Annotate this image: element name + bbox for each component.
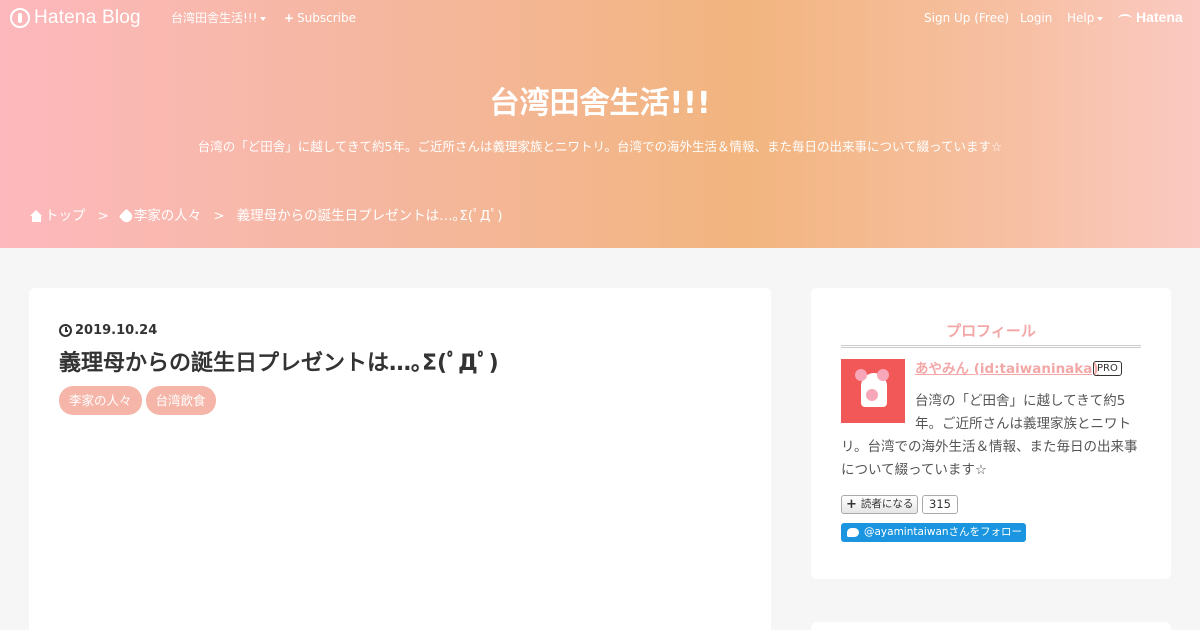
profile-name-link[interactable]: あやみん (id:taiwaninaka) bbox=[915, 360, 1099, 378]
breadcrumb-separator: > bbox=[97, 208, 109, 224]
hatena-logo-text: Hatena bbox=[1136, 9, 1183, 25]
tag-icon bbox=[118, 208, 135, 224]
blog-description: 台湾の「ど田舎」に越してきて約5年。ご近所さんは義理家族とニワトリ。台湾での海外… bbox=[197, 139, 1003, 154]
profile-module: プロフィール あやみん (id:taiwaninaka) PRO 台湾の「ど田舎… bbox=[811, 288, 1171, 579]
global-header-bar: Hatena Blog 台湾田舎生活!!! + Subscribe Sign Up… bbox=[0, 0, 1200, 36]
reader-count: 315 bbox=[922, 495, 958, 514]
help-label: Help bbox=[1067, 11, 1095, 25]
home-icon bbox=[30, 210, 43, 222]
entry-title[interactable]: 義理母からの誕生日プレゼントは…｡Σ(ﾟДﾟ) bbox=[59, 349, 499, 379]
breadcrumb-separator: > bbox=[213, 208, 225, 224]
entry-categories: 李家の人々 台湾飲食 bbox=[59, 386, 220, 415]
entry-date-text: 2019.10.24 bbox=[75, 323, 158, 338]
plus-icon: + bbox=[846, 497, 857, 512]
plus-icon: + bbox=[284, 11, 295, 25]
profile-heading: プロフィール bbox=[946, 322, 1036, 340]
reader-button-label: 読者になる bbox=[860, 498, 914, 510]
category-tag[interactable]: 台湾飲食 bbox=[145, 386, 216, 415]
flower-petal bbox=[877, 369, 889, 381]
category-tag[interactable]: 李家の人々 bbox=[59, 386, 142, 415]
subscribe-button[interactable]: + Subscribe bbox=[284, 11, 356, 25]
heading-divider bbox=[841, 345, 1141, 348]
blog-header: Hatena Blog 台湾田舎生活!!! + Subscribe Sign Up… bbox=[0, 0, 1200, 248]
help-dropdown[interactable]: Help bbox=[1067, 11, 1104, 25]
hatena-wave-icon bbox=[1118, 14, 1132, 23]
blog-menu-dropdown[interactable]: 台湾田舎生活!!! bbox=[171, 11, 267, 25]
blog-menu-label: 台湾田舎生活!!! bbox=[171, 11, 258, 25]
clock-icon bbox=[59, 324, 72, 337]
entry-article: 2019.10.24 義理母からの誕生日プレゼントは…｡Σ(ﾟДﾟ) 李家の人々… bbox=[29, 288, 771, 630]
login-link[interactable]: Login bbox=[1020, 11, 1052, 25]
caret-down-icon bbox=[260, 16, 267, 21]
blog-title[interactable]: 台湾田舎生活!!! bbox=[0, 84, 1200, 124]
breadcrumb-current: 義理母からの誕生日プレゼントは…｡Σ(ﾟДﾟ) bbox=[236, 208, 503, 224]
hatena-blog-logo-icon bbox=[10, 8, 30, 28]
breadcrumb: トップ > 李家の人々 > 義理母からの誕生日プレゼントは…｡Σ(ﾟДﾟ) bbox=[30, 207, 503, 225]
caret-down-icon bbox=[1097, 16, 1104, 21]
twitter-follow-button[interactable]: @ayamintaiwanさんをフォロー bbox=[841, 523, 1026, 542]
subscribe-label: Subscribe bbox=[297, 11, 357, 25]
flower-petal bbox=[855, 369, 867, 381]
pro-badge: PRO bbox=[1093, 361, 1122, 376]
breadcrumb-home[interactable]: トップ bbox=[45, 207, 86, 225]
sidebar-module bbox=[811, 622, 1171, 630]
hatena-blog-logo[interactable]: Hatena Blog bbox=[10, 7, 141, 29]
twitter-follow-label: @ayamintaiwanさんをフォロー bbox=[864, 526, 1023, 538]
profile-description: 台湾の「ど田舎」に越してきて約5年。ご近所さんは義理家族とニワトリ。台湾での海外… bbox=[841, 390, 1141, 482]
subscribe-reader-button[interactable]: + 読者になる bbox=[841, 495, 919, 514]
entry-date[interactable]: 2019.10.24 bbox=[59, 323, 157, 338]
twitter-bird-icon bbox=[847, 528, 859, 537]
logo-text: Hatena Blog bbox=[34, 7, 141, 28]
hatena-logo[interactable]: Hatena bbox=[1118, 10, 1183, 25]
signup-link[interactable]: Sign Up (Free) bbox=[924, 11, 1009, 25]
breadcrumb-category[interactable]: 李家の人々 bbox=[134, 207, 202, 225]
